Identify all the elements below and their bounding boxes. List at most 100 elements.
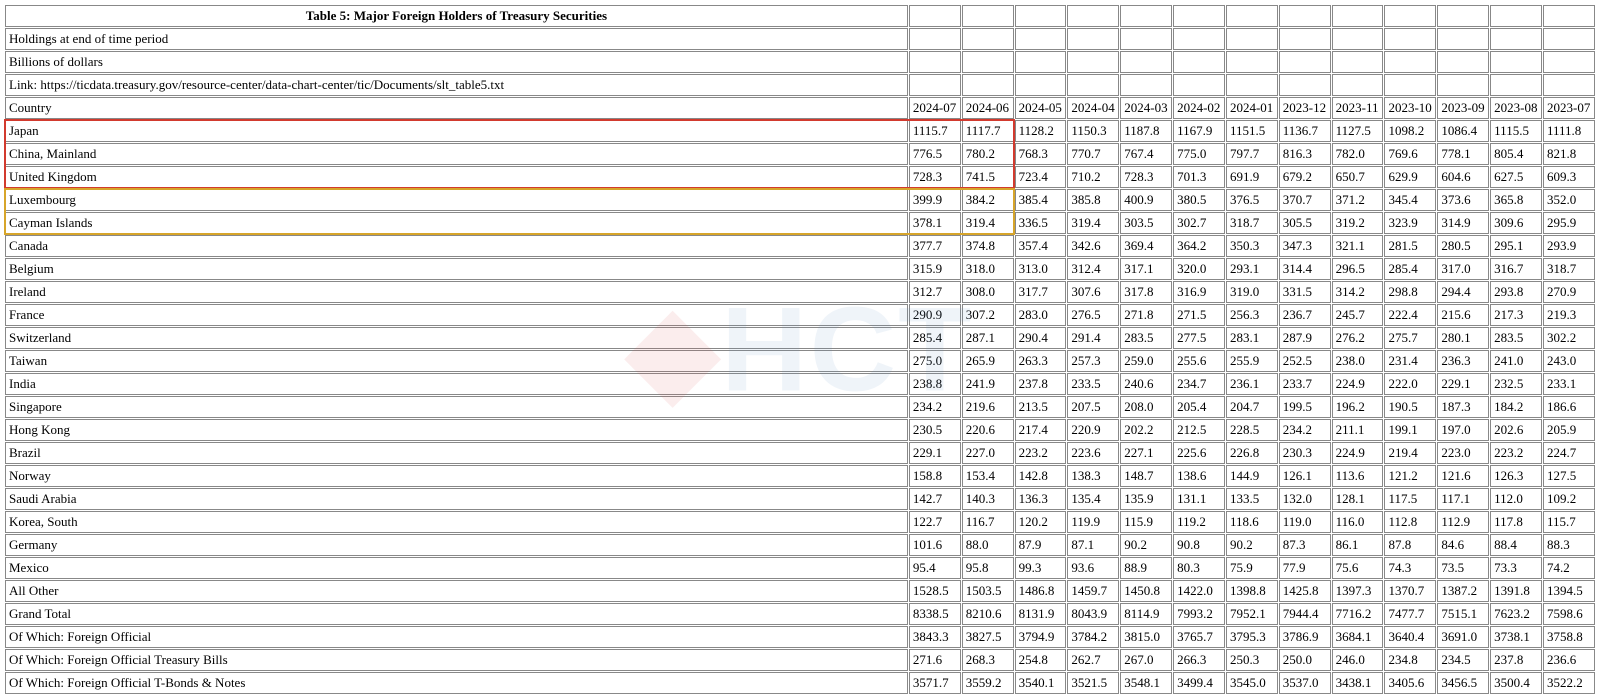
value-cell: 374.8 [962, 235, 1014, 257]
value-cell: 293.1 [1226, 258, 1278, 280]
meta-row: Link: https://ticdata.treasury.gov/resou… [5, 74, 1595, 96]
value-cell: 233.5 [1067, 373, 1119, 395]
value-cell: 3522.2 [1543, 672, 1595, 694]
value-cell: 314.4 [1279, 258, 1331, 280]
meta-row: Holdings at end of time period [5, 28, 1595, 50]
value-cell: 126.1 [1279, 465, 1331, 487]
row-label: Of Which: Foreign Official Treasury Bill… [5, 649, 908, 671]
value-cell: 73.3 [1490, 557, 1542, 579]
value-cell: 74.2 [1543, 557, 1595, 579]
value-cell: 117.5 [1384, 488, 1436, 510]
value-cell: 90.2 [1226, 534, 1278, 556]
value-cell: 138.6 [1173, 465, 1225, 487]
row-label: Korea, South [5, 511, 908, 533]
empty-cell [1173, 74, 1225, 96]
value-cell: 285.4 [909, 327, 961, 349]
value-cell: 679.2 [1279, 166, 1331, 188]
value-cell: 770.7 [1067, 143, 1119, 165]
value-cell: 229.1 [909, 442, 961, 464]
value-cell: 701.3 [1173, 166, 1225, 188]
value-cell: 204.7 [1226, 396, 1278, 418]
period-7: 2023-12 [1279, 97, 1331, 119]
row-label: Cayman Islands [5, 212, 908, 234]
table-row: Japan1115.71117.71128.21150.31187.81167.… [5, 120, 1595, 142]
empty-cell [909, 28, 961, 50]
value-cell: 7477.7 [1384, 603, 1436, 625]
period-4: 2024-03 [1120, 97, 1172, 119]
value-cell: 226.8 [1226, 442, 1278, 464]
value-cell: 281.5 [1384, 235, 1436, 257]
value-cell: 319.4 [962, 212, 1014, 234]
value-cell: 122.7 [909, 511, 961, 533]
value-cell: 88.9 [1120, 557, 1172, 579]
value-cell: 3794.9 [1015, 626, 1067, 648]
value-cell: 88.3 [1543, 534, 1595, 556]
value-cell: 1398.8 [1226, 580, 1278, 602]
value-cell: 87.3 [1279, 534, 1331, 556]
value-cell: 298.8 [1384, 281, 1436, 303]
value-cell: 88.0 [962, 534, 1014, 556]
row-label: Singapore [5, 396, 908, 418]
value-cell: 227.1 [1120, 442, 1172, 464]
value-cell: 275.7 [1384, 327, 1436, 349]
treasury-holders-table: Table 5: Major Foreign Holders of Treasu… [4, 4, 1596, 695]
value-cell: 219.4 [1384, 442, 1436, 464]
value-cell: 87.1 [1067, 534, 1119, 556]
value-cell: 319.0 [1226, 281, 1278, 303]
value-cell: 1528.5 [909, 580, 961, 602]
table-row: Mexico95.495.899.393.688.980.375.977.975… [5, 557, 1595, 579]
empty-cell [1279, 51, 1331, 73]
value-cell: 295.1 [1490, 235, 1542, 257]
value-cell: 255.6 [1173, 350, 1225, 372]
value-cell: 290.9 [909, 304, 961, 326]
value-cell: 241.9 [962, 373, 1014, 395]
period-8: 2023-11 [1332, 97, 1384, 119]
table-row: France290.9307.2283.0276.5271.8271.5256.… [5, 304, 1595, 326]
value-cell: 126.3 [1490, 465, 1542, 487]
value-cell: 371.2 [1332, 189, 1384, 211]
period-10: 2023-09 [1437, 97, 1489, 119]
value-cell: 230.5 [909, 419, 961, 441]
value-cell: 153.4 [962, 465, 1014, 487]
value-cell: 319.4 [1067, 212, 1119, 234]
value-cell: 609.3 [1543, 166, 1595, 188]
value-cell: 224.9 [1332, 373, 1384, 395]
table-row: Hong Kong230.5220.6217.4220.9202.2212.52… [5, 419, 1595, 441]
value-cell: 213.5 [1015, 396, 1067, 418]
value-cell: 119.9 [1067, 511, 1119, 533]
empty-cell [1543, 5, 1595, 27]
value-cell: 120.2 [1015, 511, 1067, 533]
value-cell: 236.7 [1279, 304, 1331, 326]
value-cell: 233.7 [1279, 373, 1331, 395]
empty-cell [1437, 28, 1489, 50]
empty-cell [1490, 5, 1542, 27]
empty-cell [1543, 51, 1595, 73]
value-cell: 276.2 [1332, 327, 1384, 349]
row-label: Ireland [5, 281, 908, 303]
empty-cell [1279, 5, 1331, 27]
row-label: India [5, 373, 908, 395]
empty-cell [1015, 5, 1067, 27]
period-5: 2024-02 [1173, 97, 1225, 119]
value-cell: 816.3 [1279, 143, 1331, 165]
empty-cell [1067, 74, 1119, 96]
empty-cell [1332, 28, 1384, 50]
value-cell: 250.0 [1279, 649, 1331, 671]
value-cell: 3500.4 [1490, 672, 1542, 694]
empty-cell [1173, 51, 1225, 73]
value-cell: 3545.0 [1226, 672, 1278, 694]
value-cell: 223.2 [1015, 442, 1067, 464]
value-cell: 7944.4 [1279, 603, 1331, 625]
value-cell: 205.4 [1173, 396, 1225, 418]
row-label: Hong Kong [5, 419, 908, 441]
value-cell: 121.6 [1437, 465, 1489, 487]
row-label: China, Mainland [5, 143, 908, 165]
table-row: Of Which: Foreign Official T-Bonds & Not… [5, 672, 1595, 694]
value-cell: 238.0 [1332, 350, 1384, 372]
value-cell: 293.8 [1490, 281, 1542, 303]
value-cell: 268.3 [962, 649, 1014, 671]
empty-cell [1015, 51, 1067, 73]
table-row: China, Mainland776.5780.2768.3770.7767.4… [5, 143, 1595, 165]
value-cell: 290.4 [1015, 327, 1067, 349]
value-cell: 238.8 [909, 373, 961, 395]
